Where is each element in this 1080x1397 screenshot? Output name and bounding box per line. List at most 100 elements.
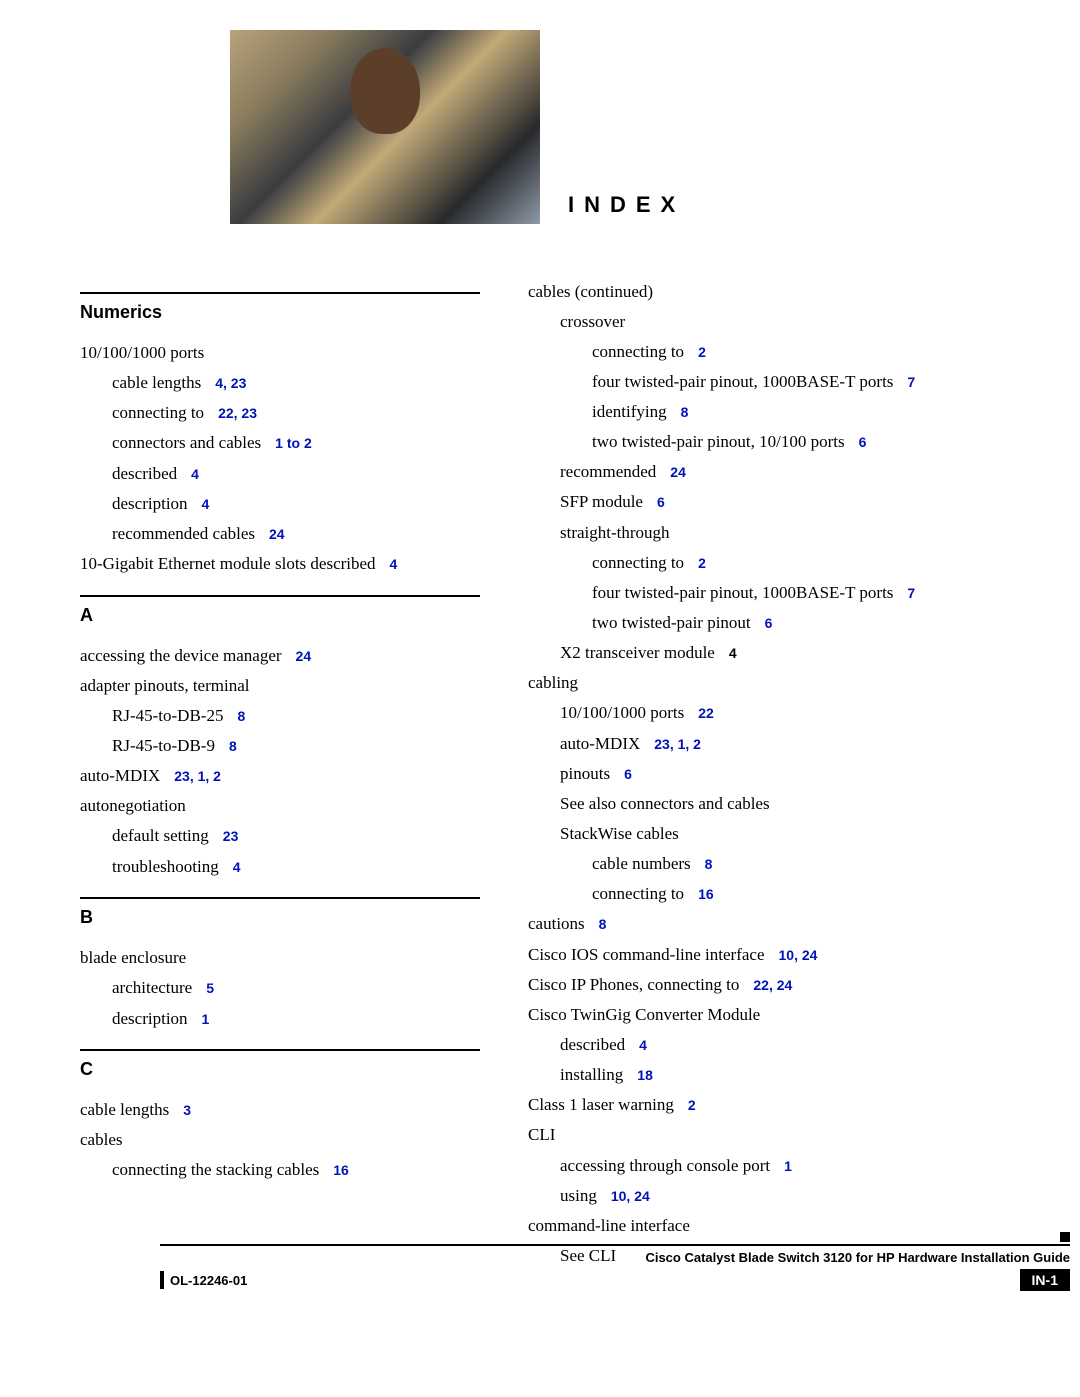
page-ref[interactable]: 16 bbox=[319, 1162, 349, 1178]
entry: described4 bbox=[528, 1033, 928, 1058]
page-ref[interactable]: 4 bbox=[177, 466, 199, 482]
entry: cables bbox=[80, 1128, 480, 1153]
page-ref[interactable]: 8 bbox=[215, 738, 237, 754]
section-rule bbox=[80, 292, 480, 294]
entry-text: command-line interface bbox=[528, 1216, 690, 1235]
page-ref[interactable]: 8 bbox=[667, 404, 689, 420]
page-title: INDEX bbox=[568, 192, 685, 218]
page-ref[interactable]: 6 bbox=[643, 494, 665, 510]
page-ref[interactable]: 23 bbox=[209, 828, 239, 844]
entry-text: four twisted-pair pinout, 1000BASE-T por… bbox=[592, 583, 893, 602]
right-column: cables (continued) crossover connecting … bbox=[528, 274, 928, 1274]
entry: four twisted-pair pinout, 1000BASE-T por… bbox=[528, 581, 928, 606]
page-ref[interactable]: 1 bbox=[770, 1158, 792, 1174]
page-ref[interactable]: 2 bbox=[684, 555, 706, 571]
page-ref[interactable]: 4 bbox=[715, 645, 737, 661]
page-ref[interactable]: 22, 24 bbox=[739, 977, 792, 993]
entry: connecting to22, 23 bbox=[80, 401, 480, 426]
entry-text: pinouts bbox=[560, 764, 610, 783]
page-ref[interactable]: 5 bbox=[192, 980, 214, 996]
page-ref[interactable]: 10, 24 bbox=[597, 1188, 650, 1204]
page-ref[interactable]: 6 bbox=[751, 615, 773, 631]
entry-text: troubleshooting bbox=[112, 857, 219, 876]
page-ref[interactable]: 24 bbox=[282, 648, 312, 664]
entry-text: described bbox=[112, 464, 177, 483]
page-ref[interactable]: 2 bbox=[674, 1097, 696, 1113]
entry: recommended cables24 bbox=[80, 522, 480, 547]
entry-text: cabling bbox=[528, 673, 578, 692]
page-ref[interactable]: 4 bbox=[625, 1037, 647, 1053]
page-ref[interactable]: 4, 23 bbox=[201, 375, 246, 391]
page-ref[interactable]: 8 bbox=[585, 916, 607, 932]
page-ref[interactable]: 1 to 2 bbox=[261, 435, 312, 451]
entry-text: cautions bbox=[528, 914, 585, 933]
entry: SFP module6 bbox=[528, 490, 928, 515]
entry: Cisco IOS command-line interface10, 24 bbox=[528, 943, 928, 968]
entry: accessing the device manager24 bbox=[80, 644, 480, 669]
entry: autonegotiation bbox=[80, 794, 480, 819]
corner-square-icon bbox=[1060, 1232, 1070, 1242]
page-ref[interactable]: 6 bbox=[610, 766, 632, 782]
entry: connecting to2 bbox=[528, 340, 928, 365]
page-ref[interactable]: 1 bbox=[188, 1011, 210, 1027]
entry-text: cable lengths bbox=[80, 1100, 169, 1119]
page-ref[interactable]: 7 bbox=[893, 374, 915, 390]
entry-text: Class 1 laser warning bbox=[528, 1095, 674, 1114]
page-ref[interactable]: 10, 24 bbox=[765, 947, 818, 963]
page-ref[interactable]: 24 bbox=[656, 464, 686, 480]
section-head-c: C bbox=[80, 1059, 480, 1080]
page-ref[interactable]: 23, 1, 2 bbox=[160, 768, 221, 784]
entry-text: four twisted-pair pinout, 1000BASE-T por… bbox=[592, 372, 893, 391]
footer-bottom: OL-12246-01 IN-1 bbox=[160, 1269, 1070, 1291]
entry: described4 bbox=[80, 462, 480, 487]
entry-text: X2 transceiver module bbox=[560, 643, 715, 662]
page-ref[interactable]: 23, 1, 2 bbox=[640, 736, 701, 752]
entry: using10, 24 bbox=[528, 1184, 928, 1209]
entry: identifying8 bbox=[528, 400, 928, 425]
entry: description1 bbox=[80, 1007, 480, 1032]
entry: StackWise cables bbox=[528, 822, 928, 847]
page-ref[interactable]: 7 bbox=[893, 585, 915, 601]
page-ref[interactable]: 8 bbox=[691, 856, 713, 872]
doc-number-wrap: OL-12246-01 bbox=[160, 1271, 247, 1289]
entry-text: 10/100/1000 ports bbox=[560, 703, 684, 722]
page-ref[interactable]: 8 bbox=[223, 708, 245, 724]
entry-text: installing bbox=[560, 1065, 623, 1084]
entry-text: See also connectors and cables bbox=[560, 794, 770, 813]
entry: cables (continued) bbox=[528, 280, 928, 305]
entry: straight-through bbox=[528, 521, 928, 546]
entry-text: accessing the device manager bbox=[80, 646, 282, 665]
doc-number: OL-12246-01 bbox=[170, 1273, 247, 1288]
page-ref[interactable]: 2 bbox=[684, 344, 706, 360]
page-ref[interactable]: 24 bbox=[255, 526, 285, 542]
entry: auto-MDIX23, 1, 2 bbox=[528, 732, 928, 757]
entry: See also connectors and cables bbox=[528, 792, 928, 817]
entry-text: identifying bbox=[592, 402, 667, 421]
page-ref[interactable]: 4 bbox=[219, 859, 241, 875]
header-photo bbox=[230, 30, 540, 224]
page-ref[interactable]: 6 bbox=[845, 434, 867, 450]
entry-text: recommended bbox=[560, 462, 656, 481]
page-ref[interactable]: 22 bbox=[684, 705, 714, 721]
tick-icon bbox=[160, 1271, 164, 1289]
entry: RJ-45-to-DB-258 bbox=[80, 704, 480, 729]
page-ref[interactable]: 16 bbox=[684, 886, 714, 902]
entry: cable numbers8 bbox=[528, 852, 928, 877]
page-ref[interactable]: 22, 23 bbox=[204, 405, 257, 421]
entry-text: connecting to bbox=[592, 884, 684, 903]
entry-text: Cisco IP Phones, connecting to bbox=[528, 975, 739, 994]
entry-text: recommended cables bbox=[112, 524, 255, 543]
entry-text: connecting to bbox=[592, 553, 684, 572]
page-ref[interactable]: 4 bbox=[188, 496, 210, 512]
page-ref[interactable]: 4 bbox=[376, 556, 398, 572]
entry-text: default setting bbox=[112, 826, 209, 845]
entry-text: using bbox=[560, 1186, 597, 1205]
entry-text: architecture bbox=[112, 978, 192, 997]
page-ref[interactable]: 18 bbox=[623, 1067, 653, 1083]
entry: auto-MDIX23, 1, 2 bbox=[80, 764, 480, 789]
entry-text: 10-Gigabit Ethernet module slots describ… bbox=[80, 554, 376, 573]
entry: default setting23 bbox=[80, 824, 480, 849]
entry: X2 transceiver module4 bbox=[528, 641, 928, 666]
page-ref[interactable]: 3 bbox=[169, 1102, 191, 1118]
section-head-b: B bbox=[80, 907, 480, 928]
